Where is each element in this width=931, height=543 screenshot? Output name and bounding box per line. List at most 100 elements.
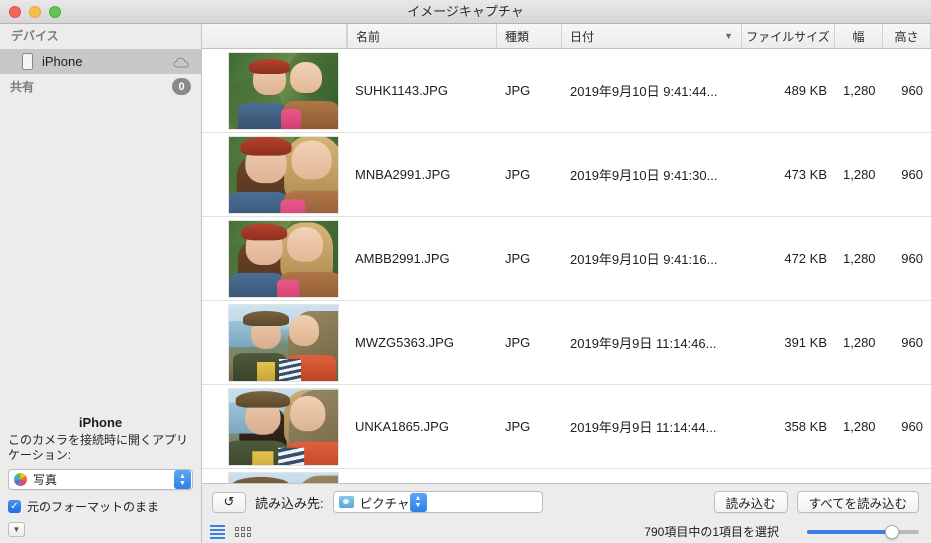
row-kind: JPG: [505, 167, 531, 182]
row-name: MWZG5363.JPG: [355, 335, 454, 350]
chevron-updown-icon[interactable]: ▲ ▼: [409, 492, 427, 512]
column-header-thumbnail: [202, 24, 347, 48]
photo-thumbnail[interactable]: [228, 387, 339, 466]
chevron-updown-icon[interactable]: ▲ ▼: [174, 470, 191, 489]
row-kind: JPG: [505, 419, 531, 434]
row-filesize: 473 KB: [784, 167, 827, 182]
window-title: イメージキャプチャ: [407, 4, 524, 19]
row-thumbnail-cell: [202, 49, 347, 133]
row-kind: JPG: [505, 251, 531, 266]
row-name: AMBB2991.JPG: [355, 251, 450, 266]
window-titlebar: イメージキャプチャ: [0, 0, 931, 24]
row-thumbnail-cell: [202, 469, 347, 483]
column-header-kind[interactable]: 種類: [497, 24, 562, 48]
photo-thumbnail[interactable]: [228, 219, 339, 298]
keep-original-format-label: 元のフォーマットのまま: [27, 500, 160, 514]
photo-thumbnail[interactable]: [228, 51, 339, 130]
sidebar-section-shared[interactable]: 共有 0: [0, 74, 201, 99]
photo-thumbnail[interactable]: [228, 471, 339, 483]
column-header-row: 名前 種類 日付 ▼ ファイルサイズ 幅 高さ: [202, 24, 931, 49]
table-row[interactable]: SUHK1143.JPG JPG 2019年9月10日 9:41:44... 4…: [202, 49, 931, 133]
photo-thumbnail[interactable]: [228, 303, 339, 382]
sidebar-section-devices-header: デバイス: [11, 29, 59, 43]
row-thumbnail-cell: [202, 385, 347, 469]
image-capture-window: イメージキャプチャ デバイス iPhone 共有 0 iPhone このカメラを…: [0, 0, 931, 543]
sidebar-item-label: iPhone: [42, 54, 83, 69]
default-app-popup[interactable]: 写真 ▲ ▼: [8, 469, 193, 490]
row-height: 960: [901, 167, 923, 182]
thumbnail-size-slider[interactable]: [807, 524, 919, 539]
row-date: 2019年9月9日 11:14:44...: [570, 420, 717, 435]
iphone-icon: [22, 53, 33, 70]
slider-fill: [807, 529, 893, 534]
row-name: MNBA2991.JPG: [355, 167, 451, 182]
column-header-name[interactable]: 名前: [347, 24, 497, 48]
row-thumbnail-cell: [202, 301, 347, 385]
column-header-name-label: 名前: [356, 29, 381, 44]
status-row: 790項目中の1項目を選択: [202, 520, 931, 543]
table-row[interactable]: [202, 469, 931, 483]
checkbox-checked-icon[interactable]: ✓: [8, 500, 21, 513]
rotate-left-button[interactable]: ↺: [212, 491, 246, 513]
column-header-filesize[interactable]: ファイルサイズ: [742, 24, 835, 48]
grid-view-icon[interactable]: [235, 526, 251, 537]
row-kind: JPG: [505, 83, 531, 98]
row-height: 960: [901, 251, 923, 266]
photo-thumbnail[interactable]: [228, 135, 339, 214]
table-row[interactable]: AMBB2991.JPG JPG 2019年9月10日 9:41:16... 4…: [202, 217, 931, 301]
selection-status-text: 790項目中の1項目を選択: [644, 525, 779, 539]
column-header-height[interactable]: 高さ: [883, 24, 931, 48]
file-list[interactable]: SUHK1143.JPG JPG 2019年9月10日 9:41:44... 4…: [202, 49, 931, 483]
table-row[interactable]: UNKA1865.JPG JPG 2019年9月9日 11:14:44... 3…: [202, 385, 931, 469]
row-filesize: 472 KB: [784, 251, 827, 266]
import-button[interactable]: 読み込む: [713, 491, 788, 513]
row-width: 1,280: [843, 419, 876, 434]
sidebar-section-shared-header: 共有: [10, 80, 35, 94]
disclosure-button[interactable]: ▼: [8, 522, 25, 537]
list-view-icon[interactable]: [210, 524, 225, 539]
row-thumbnail-cell: [202, 133, 347, 217]
row-kind: JPG: [505, 335, 531, 350]
row-name: UNKA1865.JPG: [355, 419, 449, 434]
chevron-down-icon: ▼: [724, 31, 733, 41]
pictures-folder-icon: [338, 496, 354, 508]
cloud-icon: [173, 56, 191, 68]
column-header-width-label: 幅: [852, 29, 865, 44]
default-app-value: 写真: [33, 473, 58, 487]
row-filesize: 391 KB: [784, 335, 827, 350]
row-date: 2019年9月9日 11:14:46...: [570, 336, 717, 351]
import-controls-row: ↺ 読み込み先: ピクチャ ▲ ▼ 読み込む すべてを読み込む: [202, 484, 931, 520]
row-height: 960: [901, 83, 923, 98]
row-height: 960: [901, 419, 923, 434]
row-date: 2019年9月10日 9:41:16...: [570, 252, 718, 267]
row-filesize: 489 KB: [784, 83, 827, 98]
row-filesize: 358 KB: [784, 419, 827, 434]
slider-knob[interactable]: [885, 524, 900, 539]
keep-original-format-checkbox-row[interactable]: ✓ 元のフォーマットのまま: [8, 498, 193, 515]
row-width: 1,280: [843, 335, 876, 350]
import-all-button[interactable]: すべてを読み込む: [796, 491, 919, 513]
table-row[interactable]: MNBA2991.JPG JPG 2019年9月10日 9:41:30... 4…: [202, 133, 931, 217]
column-header-date[interactable]: 日付 ▼: [562, 24, 742, 48]
import-destination-popup[interactable]: ピクチャ ▲ ▼: [332, 491, 543, 513]
import-to-label: 読み込み先:: [255, 495, 324, 511]
import-destination-value: ピクチャ: [359, 496, 410, 511]
row-name: SUHK1143.JPG: [355, 83, 448, 98]
column-header-date-label: 日付: [570, 29, 595, 44]
column-header-filesize-label: ファイルサイズ: [746, 29, 830, 44]
row-date: 2019年9月10日 9:41:30...: [570, 168, 718, 183]
shared-count-badge: 0: [172, 78, 191, 95]
device-name-heading: iPhone: [78, 415, 123, 430]
column-header-height-label: 高さ: [894, 29, 919, 44]
row-width: 1,280: [843, 251, 876, 266]
bottom-toolbar: ↺ 読み込み先: ピクチャ ▲ ▼ 読み込む すべてを読み込む 790項目中の1項…: [202, 483, 931, 543]
row-width: 1,280: [843, 167, 876, 182]
row-width: 1,280: [843, 83, 876, 98]
sidebar-footer: iPhone このカメラを接続時に開くアプリケーション: 写真 ▲ ▼ ✓ 元のフ…: [0, 411, 201, 543]
photos-app-icon: [14, 473, 27, 486]
column-header-width[interactable]: 幅: [835, 24, 883, 48]
row-thumbnail-cell: [202, 217, 347, 301]
sidebar: デバイス iPhone 共有 0 iPhone このカメラを接続時に開くアプリケ…: [0, 24, 202, 543]
sidebar-item-iphone[interactable]: iPhone: [0, 49, 201, 74]
table-row[interactable]: MWZG5363.JPG JPG 2019年9月9日 11:14:46... 3…: [202, 301, 931, 385]
